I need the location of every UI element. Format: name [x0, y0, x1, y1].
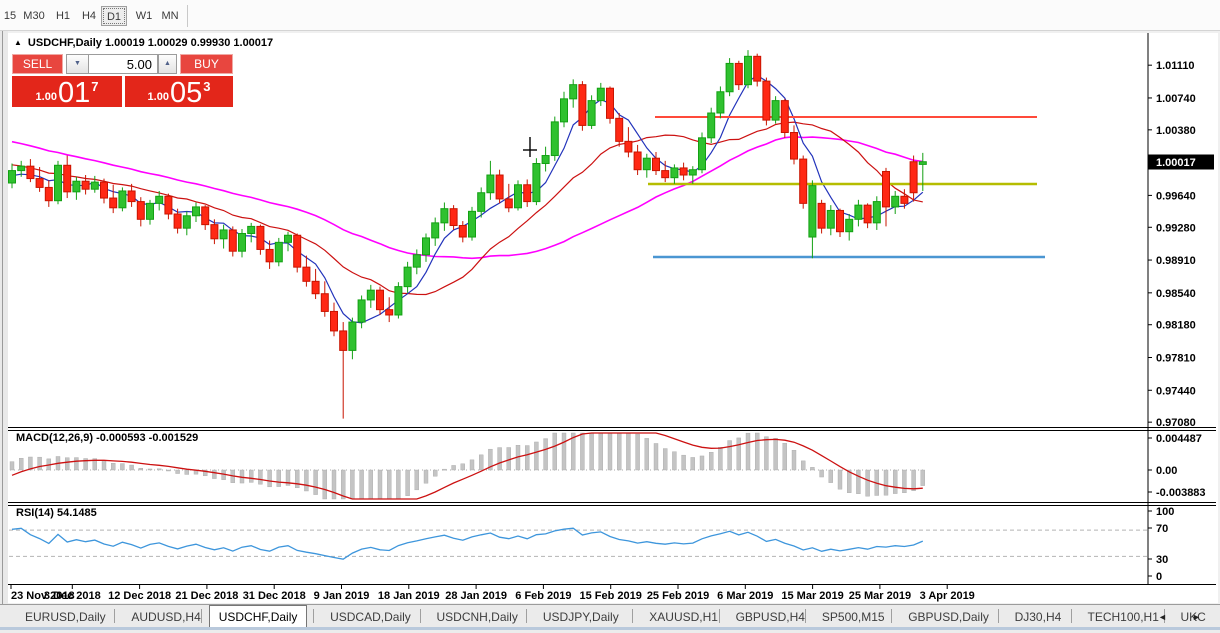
- sell-price-box[interactable]: 1.00 01 7: [12, 76, 122, 107]
- tab-separator: [891, 609, 892, 623]
- date-axis-label: 6 Mar 2019: [717, 590, 773, 602]
- tab-usdjpy-daily[interactable]: USDJPY,Daily: [534, 606, 628, 628]
- timeframe-button-w1[interactable]: W1: [131, 6, 157, 26]
- gutter-edge: [2, 31, 3, 633]
- sell-price-small: 1.00: [36, 91, 57, 103]
- buy-price-big: 05: [170, 80, 202, 107]
- date-axis-label: 3 Apr 2019: [920, 590, 975, 602]
- price-axis-label: 0.97080: [1156, 417, 1196, 429]
- tab-gbpusd-h4[interactable]: GBPUSD,H4: [727, 606, 814, 628]
- price-axis-label: 0.97440: [1156, 385, 1196, 397]
- date-axis-label: 21 Dec 2018: [175, 590, 238, 602]
- tab-usdchf-daily[interactable]: USDCHF,Daily: [209, 605, 308, 628]
- tab-xauusd-h1[interactable]: XAUUSD,H1: [640, 606, 727, 628]
- current-price-label: 1.00017: [1156, 157, 1196, 169]
- date-axis-label: 25 Mar 2019: [849, 590, 911, 602]
- date-axis-label: 28 Jan 2019: [445, 590, 507, 602]
- date-axis-label: 15 Feb 2019: [580, 590, 642, 602]
- tab-separator: [1071, 609, 1072, 623]
- price-axis-label: 0.98180: [1156, 320, 1196, 332]
- sell-button[interactable]: SELL: [12, 54, 63, 74]
- tab-dj30-h4[interactable]: DJ30,H4: [1006, 606, 1071, 628]
- left-gutter: [0, 31, 8, 633]
- chart-title: ▲ USDCHF,Daily 1.00019 1.00029 0.99930 1.…: [14, 37, 273, 49]
- buy-price-box[interactable]: 1.00 05 3: [125, 76, 233, 107]
- tab-usdcnh-daily[interactable]: USDCNH,Daily: [428, 606, 527, 628]
- volume-increase-button[interactable]: ▲: [158, 54, 177, 74]
- tab-gbpusd-daily[interactable]: GBPUSD,Daily: [899, 606, 998, 628]
- tab-separator: [632, 609, 633, 623]
- macd-axis-label: 0.004487: [1156, 433, 1202, 445]
- tab-scroll-right-icon[interactable]: ►: [1192, 611, 1201, 623]
- sell-price-big: 01: [58, 80, 90, 107]
- tab-separator: [420, 609, 421, 623]
- price-axis-label: 1.00380: [1156, 125, 1196, 137]
- timeframe-toolbar: 15M30H1H4D1W1MN: [0, 0, 1220, 31]
- timeframe-button-mn[interactable]: MN: [157, 6, 183, 26]
- price-axis-label: 0.99280: [1156, 222, 1196, 234]
- date-axis-label: 31 Dec 2018: [243, 590, 306, 602]
- rsi-axis-label: 100: [1156, 506, 1174, 518]
- price-axis-label: 1.01110: [1156, 60, 1195, 72]
- tab-separator: [313, 609, 314, 623]
- sell-price-sup: 7: [91, 79, 98, 94]
- timeframe-button-m30[interactable]: M30: [20, 6, 48, 26]
- price-axis-label: 0.99640: [1156, 190, 1196, 202]
- buy-price-small: 1.00: [148, 91, 169, 103]
- price-axis-label: 0.97810: [1156, 352, 1196, 364]
- price-axis-label: 1.00740: [1156, 93, 1196, 105]
- chevron-down-icon: ▼: [67, 55, 88, 73]
- buy-price-sup: 3: [203, 79, 210, 94]
- price-chart-svg[interactable]: 1.01110 1.00740 1.00380 0.99640 0.99280 0.989…: [8, 33, 1218, 603]
- tab-scroll-left-icon[interactable]: ◄: [1158, 611, 1167, 623]
- tab-sp500-m15[interactable]: SP500,M15: [813, 606, 894, 628]
- date-axis-label: 12 Dec 2018: [108, 590, 171, 602]
- macd-label: MACD(12,26,9) -0.000593 -0.001529: [16, 432, 198, 444]
- chart-title-text: USDCHF,Daily 1.00019 1.00029 0.99930 1.0…: [28, 37, 273, 49]
- date-axis-label: 25 Feb 2019: [647, 590, 709, 602]
- date-axis-label: 15 Mar 2019: [781, 590, 843, 602]
- tab-separator: [805, 609, 806, 623]
- trading-app-window: 15M30H1H4D1W1MN 1.01110 1.00740 1.00380 0.9…: [0, 0, 1220, 633]
- chevron-up-icon: ▲: [159, 55, 176, 73]
- rsi-axis-label: 70: [1156, 523, 1168, 535]
- tab-separator: [526, 609, 527, 623]
- volume-decrease-button[interactable]: ▼: [66, 54, 89, 74]
- tab-audusd-h4[interactable]: AUDUSD,H4: [122, 606, 209, 628]
- chart-tab-bar: EURUSD,Daily AUDUSD,H4USDCHF,Daily USDCAD,…: [0, 604, 1220, 627]
- tab-usdcad-daily[interactable]: USDCAD,Daily: [321, 606, 420, 628]
- macd-axis-label: 0.00: [1156, 465, 1177, 477]
- timeframe-button-h4[interactable]: H4: [78, 6, 100, 26]
- timeframe-button-h1[interactable]: H1: [50, 6, 76, 26]
- volume-input[interactable]: [89, 54, 158, 74]
- rsi-axis-label: 30: [1156, 554, 1168, 566]
- price-axis-label: 0.98910: [1156, 255, 1196, 267]
- tab-eurusd-daily[interactable]: EURUSD,Daily: [16, 606, 115, 628]
- timeframe-button-d1[interactable]: D1: [101, 6, 127, 26]
- tab-separator: [998, 609, 999, 623]
- tab-separator: [719, 609, 720, 623]
- date-axis-label: 9 Jan 2019: [314, 590, 370, 602]
- rsi-axis-label: 0: [1156, 571, 1162, 583]
- toolbar-separator: [187, 5, 188, 27]
- date-axis-label: 18 Jan 2019: [378, 590, 440, 602]
- date-axis-label: 6 Feb 2019: [515, 590, 571, 602]
- price-axis-label: 0.98540: [1156, 288, 1196, 300]
- collapse-trade-panel-icon[interactable]: ▲: [14, 38, 22, 47]
- tab-separator: [201, 609, 202, 623]
- macd-axis-label: -0.003883: [1156, 487, 1206, 499]
- tab-separator: [114, 609, 115, 623]
- buy-button[interactable]: BUY: [180, 54, 233, 74]
- date-axis-label: 3 Dec 2018: [44, 590, 101, 602]
- timeframe-button-15[interactable]: 15: [2, 6, 18, 26]
- tab-tech100-h1[interactable]: TECH100,H1: [1079, 606, 1168, 628]
- rsi-label: RSI(14) 54.1485: [16, 507, 97, 519]
